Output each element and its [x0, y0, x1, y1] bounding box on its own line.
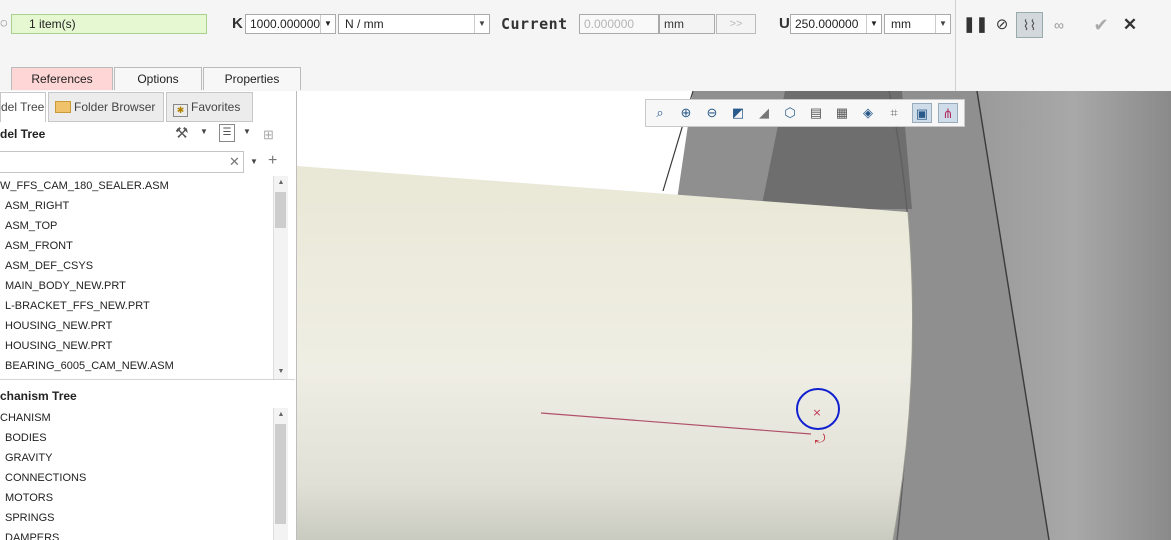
list-item[interactable]: BEARING_6005_CAM_NEW.ASM	[5, 356, 174, 376]
repaint-icon[interactable]: ◩	[728, 103, 748, 123]
u-value: 250.000000	[795, 17, 859, 31]
scroll-up-icon[interactable]: ▲	[274, 176, 288, 190]
tab-folder-browser[interactable]: Folder Browser	[48, 92, 164, 122]
list-item[interactable]: MAIN_BODY_NEW.PRT	[5, 276, 126, 296]
k-unit: N / mm	[345, 17, 384, 31]
list-item[interactable]: ASM_FRONT	[5, 236, 73, 256]
list-item[interactable]: GRAVITY	[5, 448, 52, 468]
tab-properties[interactable]: Properties	[203, 67, 301, 90]
divider	[0, 379, 295, 380]
view-toolbar: ⌕ ⊕ ⊖ ◩ ◢ ⬡ ▤ ▦ ◈ ⌗ ▣ ⋔	[645, 99, 965, 127]
chevron-down-icon[interactable]: ▼	[200, 127, 208, 136]
list-item[interactable]: ASM_TOP	[5, 216, 57, 236]
spin-center-icon[interactable]: ⋔	[938, 103, 958, 123]
divider	[955, 0, 956, 91]
current-value-field: 0.000000	[579, 14, 659, 34]
display-style-icon[interactable]: ⬡	[780, 103, 800, 123]
k-unit-select[interactable]: N / mm ▼	[338, 14, 490, 34]
saved-orientations-icon[interactable]: ▦	[832, 103, 852, 123]
scroll-thumb[interactable]	[275, 192, 286, 228]
named-views-icon[interactable]: ▤	[806, 103, 826, 123]
datum-point-marker[interactable]: ×	[812, 406, 821, 419]
spring-dashboard: ◌ 1 item(s) K 1000.000000 ▼ N / mm ▼ Cur…	[0, 0, 1171, 92]
no-preview-icon[interactable]: ⊘	[993, 15, 1011, 35]
tab-favorites-label: Favorites	[191, 100, 241, 114]
list-item[interactable]: HOUSING_NEW.PRT	[5, 316, 112, 336]
chevron-down-icon[interactable]: ▼	[243, 127, 251, 136]
pause-icon[interactable]: ❚❚	[963, 15, 988, 35]
ok-check-icon[interactable]: ✔	[1090, 14, 1112, 36]
preview-icon[interactable]: ⌇⌇	[1016, 12, 1043, 38]
model-tree-header: del Tree	[0, 127, 46, 141]
zoom-in-icon[interactable]: ⊕	[676, 103, 696, 123]
current-unit-field: mm	[659, 14, 715, 34]
spring-type-icon[interactable]: ◌	[0, 14, 8, 32]
chevron-down-icon: ▼	[935, 15, 950, 33]
u-value-input[interactable]: 250.000000 ▼	[790, 14, 882, 34]
mechanism-tree-list: CHANISM BODIES GRAVITY CONNECTIONS MOTOR…	[0, 408, 273, 540]
graphics-window[interactable]: × ⤾	[297, 91, 1171, 540]
mechanism-tree-header: chanism Tree	[0, 389, 77, 403]
verify-glasses-icon[interactable]: ∞	[1048, 15, 1070, 35]
list-item[interactable]: BODIES	[5, 428, 47, 448]
perspective-icon[interactable]: ◢	[754, 103, 774, 123]
tab-favorites[interactable]: ✱ Favorites	[166, 92, 253, 122]
mechanism-tree-scrollbar[interactable]: ▲	[273, 408, 288, 540]
scroll-up-icon[interactable]: ▲	[274, 408, 288, 422]
list-item[interactable]: ASM_DEF_CSYS	[5, 256, 93, 276]
view-manager-icon[interactable]: ◈	[858, 103, 878, 123]
scroll-down-icon[interactable]: ▼	[274, 365, 288, 379]
k-value-input[interactable]: 1000.000000 ▼	[245, 14, 336, 34]
model-tree-scrollbar[interactable]: ▲ ▼	[273, 176, 288, 379]
list-item[interactable]: HOUSING_NEW.PRT	[5, 336, 112, 356]
tab-options[interactable]: Options	[114, 67, 202, 90]
list-item[interactable]: SPRINGS	[5, 508, 55, 528]
apply-current-button[interactable]: >>	[716, 14, 756, 34]
chevron-down-icon: ▼	[474, 15, 489, 33]
settings-tools-icon[interactable]: ⚒	[175, 124, 193, 144]
add-icon[interactable]: +	[268, 152, 277, 170]
tab-model-tree-label: del Tree	[1, 100, 45, 114]
model-graphics[interactable]: × ⤾	[297, 91, 1171, 540]
folder-icon	[55, 101, 71, 113]
list-item[interactable]: CHANISM	[0, 408, 51, 428]
u-unit-select[interactable]: mm ▼	[884, 14, 951, 34]
list-item[interactable]: MOTORS	[5, 488, 53, 508]
u-dropdown-icon[interactable]: ▼	[866, 15, 881, 33]
favorites-star-icon: ✱	[173, 104, 188, 117]
list-item[interactable]: ASM_RIGHT	[5, 196, 69, 216]
list-item[interactable]: W_FFS_CAM_180_SEALER.ASM	[0, 176, 169, 196]
list-item[interactable]: CONNECTIONS	[5, 468, 86, 488]
model-tree-list: W_FFS_CAM_180_SEALER.ASM ASM_RIGHT ASM_T…	[0, 176, 273, 379]
k-dropdown-icon[interactable]: ▼	[320, 15, 335, 33]
tab-references[interactable]: References	[11, 67, 113, 90]
drag-handle-icon[interactable]: ⤾	[815, 432, 826, 447]
tree-filter-icon[interactable]: ⊞	[263, 125, 283, 145]
zoom-out-icon[interactable]: ⊖	[702, 103, 722, 123]
selection-collector[interactable]: 1 item(s)	[11, 14, 207, 34]
list-item[interactable]: L-BRACKET_FFS_NEW.PRT	[5, 296, 150, 316]
chevron-down-icon[interactable]: ▼	[250, 157, 258, 166]
scroll-thumb[interactable]	[275, 424, 286, 524]
refit-icon[interactable]: ⌕	[650, 103, 670, 123]
cancel-close-icon[interactable]: ✕	[1120, 14, 1140, 36]
u-unit: mm	[891, 17, 911, 31]
tab-model-tree[interactable]: del Tree	[0, 92, 46, 122]
current-label: Current	[501, 15, 568, 33]
tab-folder-browser-label: Folder Browser	[74, 100, 156, 114]
clear-search-icon[interactable]: ✕	[229, 154, 240, 170]
datum-display-icon[interactable]: ⌗	[884, 103, 904, 123]
list-item[interactable]: DAMPERS	[5, 528, 59, 540]
cam-shaft-surface[interactable]	[297, 166, 913, 540]
k-value: 1000.000000	[250, 17, 321, 31]
k-label: K	[232, 15, 243, 32]
u-label: U	[779, 15, 790, 32]
tree-search-input[interactable]	[0, 151, 244, 173]
show-options-icon[interactable]: ☰	[219, 124, 235, 142]
annotation-display-icon[interactable]: ▣	[912, 103, 932, 123]
